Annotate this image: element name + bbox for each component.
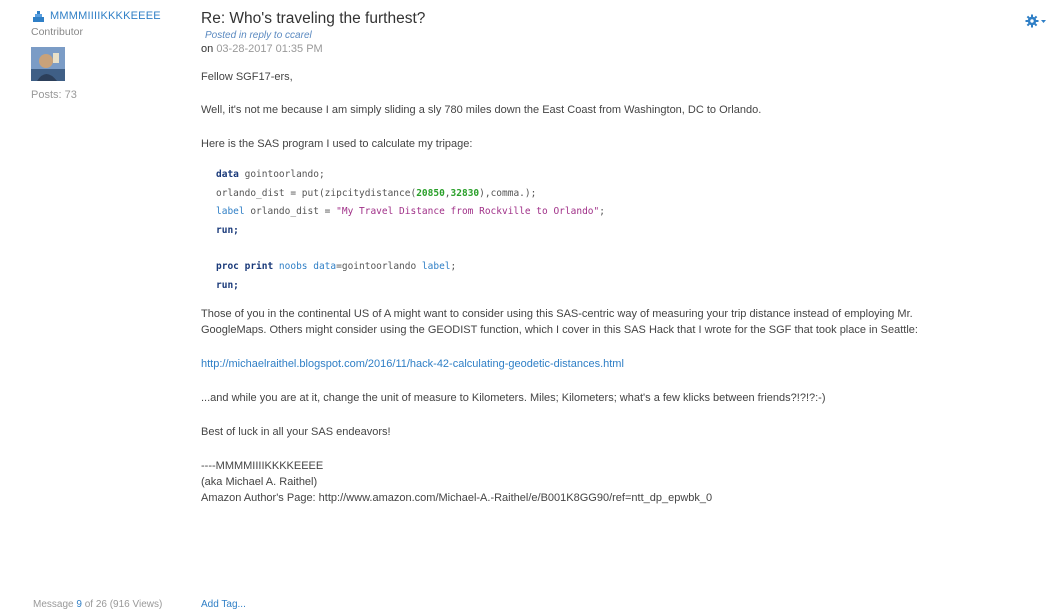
- reply-info: Posted in reply to ccarel: [205, 30, 312, 41]
- post-date: on 03-28-2017 01:35 PM: [201, 43, 323, 55]
- author-name-link[interactable]: MMMMIIIIKKKKEEEE: [50, 10, 161, 22]
- reply-user-link[interactable]: ccarel: [285, 30, 312, 41]
- code-line: run;: [216, 279, 239, 291]
- code-line: label orlando_dist = "My Travel Distance…: [216, 206, 605, 217]
- avatar[interactable]: [31, 47, 65, 81]
- code-line: proc print noobs data=gointoorlando labe…: [216, 261, 457, 272]
- greeting: Fellow SGF17-ers,: [201, 71, 293, 83]
- post: Re: Who's traveling the furthest? Posted…: [201, 10, 1041, 506]
- paragraph-4: ...and while you are at it, change the u…: [201, 392, 826, 404]
- code-block: data gointoorlando; orlando_dist = put(z…: [201, 166, 1041, 295]
- author-post-count: Posts: 73: [31, 89, 77, 101]
- author-rank: Contributor: [31, 26, 83, 38]
- add-tag-link[interactable]: Add Tag...: [201, 599, 246, 610]
- paragraph-1: Well, it's not me because I am simply sl…: [201, 104, 762, 116]
- author-header: MMMMIIIIKKKKEEEE: [31, 10, 191, 22]
- code-line: data gointoorlando;: [216, 169, 325, 180]
- code-line: run;: [216, 224, 239, 236]
- message-count: Message 9 of 26 (916 Views): [33, 599, 163, 610]
- signature-line: ----MMMMIIIIKKKKEEEE: [201, 460, 324, 472]
- signature-line: (aka Michael A. Raithel): [201, 476, 318, 488]
- code-line: orlando_dist = put(zipcitydistance(20850…: [216, 187, 537, 199]
- signature-line: Amazon Author's Page: http://www.amazon.…: [201, 492, 713, 504]
- paragraph-5: Best of luck in all your SAS endeavors!: [201, 426, 391, 438]
- geodist-link[interactable]: http://michaelraithel.blogspot.com/2016/…: [201, 358, 624, 370]
- post-body: Fellow SGF17-ers, Well, it's not me beca…: [201, 69, 1041, 506]
- rank-icon: [33, 10, 44, 22]
- post-title: Re: Who's traveling the furthest?: [201, 10, 426, 27]
- signature: ----MMMMIIIIKKKKEEEE (aka Michael A. Rai…: [201, 458, 1041, 506]
- avatar-image: [31, 47, 65, 81]
- author-panel: MMMMIIIIKKKKEEEE Contributor Posts: 73: [31, 10, 191, 101]
- paragraph-3: Those of you in the continental US of A …: [201, 308, 918, 336]
- paragraph-2: Here is the SAS program I used to calcul…: [201, 138, 473, 150]
